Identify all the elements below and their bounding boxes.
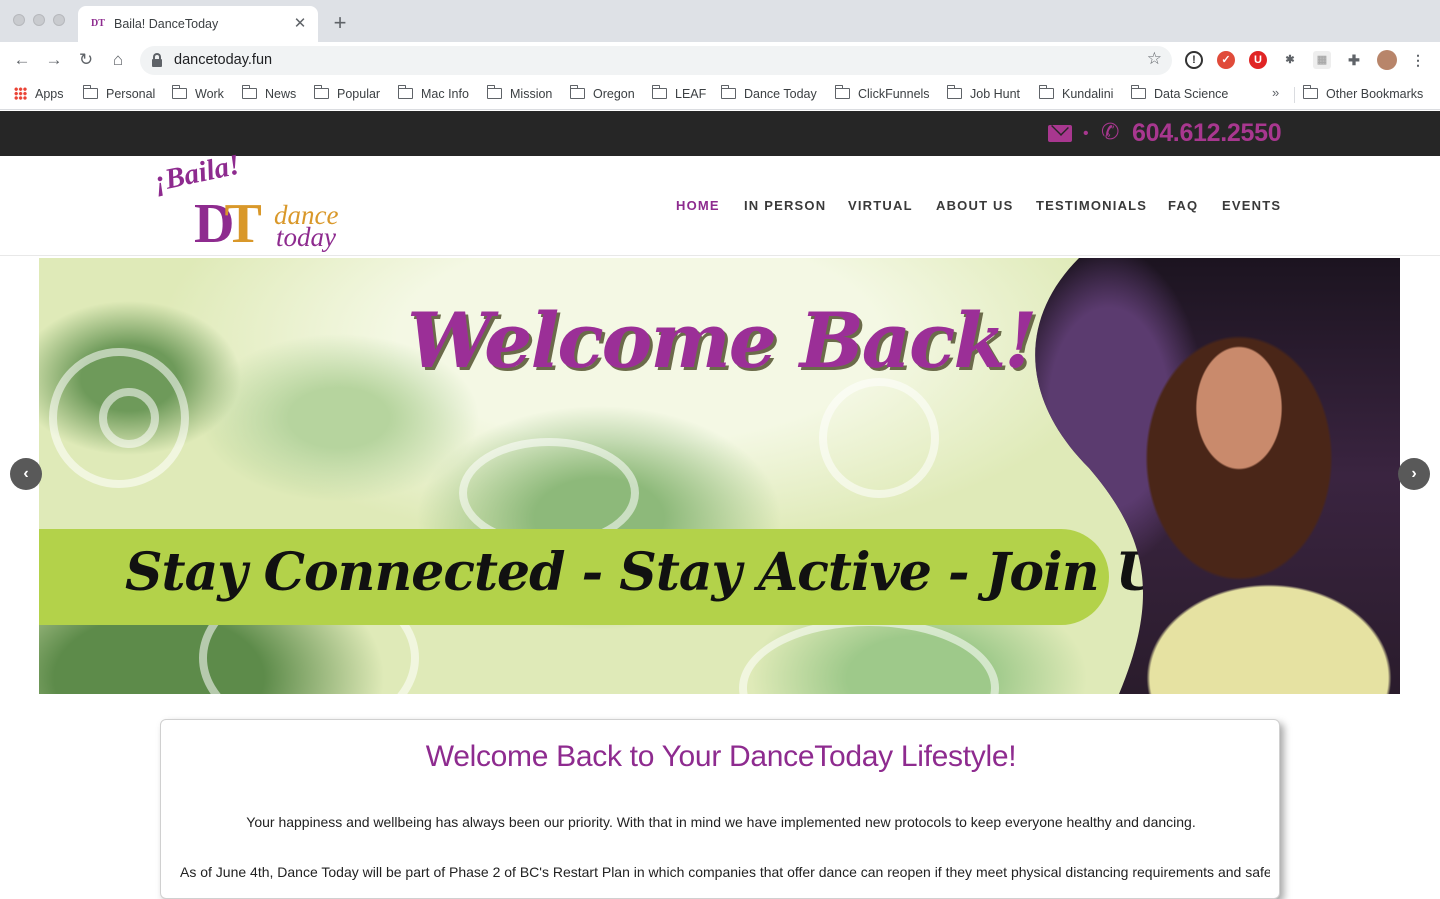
red-extension-icon[interactable]: ✓ [1217,51,1235,69]
bookmark-folder[interactable]: Mission [486,85,552,103]
browser-tab[interactable]: DT Baila! DanceToday ✕ [78,6,318,42]
folder-icon [1130,85,1146,99]
folder-icon [1038,85,1054,99]
bookmark-folder[interactable]: Mac Info [397,85,469,103]
logo-today-text: today [276,222,336,252]
slider-next-arrow-icon[interactable]: › [1398,458,1430,490]
folder-icon [82,85,98,99]
window-zoom-button[interactable] [53,14,65,26]
dancetoday-favicon-icon: DT [91,18,105,29]
address-bar[interactable]: dancetoday.fun ☆ [140,46,1172,75]
envelope-icon[interactable] [1048,125,1072,142]
folder-icon [720,85,736,99]
bug-extension-icon[interactable]: ✱ [1281,51,1299,69]
home-icon[interactable]: ⌂ [106,48,130,72]
hero-headline: Welcome Back! [407,296,1037,385]
tab-close-icon[interactable]: ✕ [290,14,310,34]
nav-in-person[interactable]: IN PERSON [744,198,826,213]
lock-icon[interactable] [152,53,162,67]
folder-icon [1302,85,1318,99]
logo-dt-monogram: DT [194,193,262,255]
browser-tab-strip: DT Baila! DanceToday ✕ + [0,0,1440,42]
bookmark-folder[interactable]: ClickFunnels [834,85,930,103]
nav-faq[interactable]: FAQ [1168,198,1198,213]
logo-baila-text: ¡Baila! [151,148,243,199]
folder-icon [171,85,187,99]
window-close-button[interactable] [13,14,25,26]
new-tab-button[interactable]: + [328,12,352,36]
tab-title: Baila! DanceToday [114,17,219,31]
nav-virtual[interactable]: VIRTUAL [848,198,913,213]
info-extension-icon[interactable]: ! [1185,51,1203,69]
ublock-extension-icon[interactable]: U [1249,51,1267,69]
bookmark-other[interactable]: Other Bookmarks [1302,85,1423,103]
profile-avatar[interactable] [1377,50,1397,70]
paisley-swirl [819,378,939,498]
nav-testimonials[interactable]: TESTIMONIALS [1036,198,1147,213]
phone-icon[interactable]: ✆ [1101,122,1119,144]
back-arrow-icon[interactable]: ← [10,48,34,72]
phone-number-link[interactable]: 604.612.2550 [1132,119,1282,148]
folder-icon [313,85,329,99]
bookmark-folder[interactable]: Job Hunt [946,85,1020,103]
grid-extension-icon[interactable]: ▦ [1313,51,1331,69]
apps-grid-icon [14,87,27,100]
site-contact-bar: • ✆ 604.612.2550 [0,111,1440,156]
bookmark-folder[interactable]: Personal [82,85,155,103]
bookmark-apps[interactable]: Apps [14,85,64,103]
content-title: Welcome Back to Your DanceToday Lifestyl… [425,740,1017,773]
puzzle-extensions-icon[interactable]: ✚ [1345,51,1363,69]
bookmark-folder[interactable]: Work [171,85,224,103]
reload-icon[interactable]: ↻ [74,48,98,72]
bookmarks-divider [1294,87,1295,103]
slider-prev-arrow-icon[interactable]: ‹ [10,458,42,490]
folder-icon [569,85,585,99]
content-paragraph: As of June 4th, Dance Today will be part… [180,864,1270,880]
bookmarks-bar: Apps Personal Work News Popular Mac Info… [0,78,1440,110]
folder-icon [651,85,667,99]
nav-home[interactable]: HOME [676,198,720,213]
welcome-content-card: Welcome Back to Your DanceToday Lifestyl… [160,719,1280,899]
paisley-swirl [99,388,159,448]
nav-about-us[interactable]: ABOUT US [936,198,1014,213]
folder-icon [486,85,502,99]
bookmark-star-icon[interactable]: ☆ [1147,49,1162,69]
bookmark-folder[interactable]: Popular [313,85,380,103]
browser-toolbar: ← → ↻ ⌂ dancetoday.fun ☆ ! ✓ U ✱ ▦ ✚ ⋮ [0,42,1440,78]
separator-dot: • [1083,125,1089,142]
hero-tagline: Stay Connected - Stay Active - Join Us! [125,542,1211,603]
bookmark-folder[interactable]: LEAF [651,85,706,103]
content-paragraph: Your happiness and wellbeing has always … [246,814,1196,830]
bookmarks-overflow-chevron[interactable]: » [1272,85,1279,100]
nav-events[interactable]: EVENTS [1222,198,1281,213]
folder-icon [834,85,850,99]
folder-icon [241,85,257,99]
bookmark-folder[interactable]: Oregon [569,85,635,103]
site-logo[interactable]: ¡Baila! DT dance today [151,149,340,255]
hero-slider[interactable]: Welcome Back! Stay Connected - Stay Acti… [39,258,1400,694]
bookmark-folder[interactable]: Data Science [1130,85,1228,103]
window-minimize-button[interactable] [33,14,45,26]
bookmark-folder[interactable]: News [241,85,296,103]
folder-icon [946,85,962,99]
forward-arrow-icon[interactable]: → [42,48,66,72]
url-text[interactable]: dancetoday.fun [174,52,272,68]
chrome-menu-icon[interactable]: ⋮ [1409,51,1427,69]
bookmark-folder[interactable]: Kundalini [1038,85,1113,103]
folder-icon [397,85,413,99]
bookmark-folder[interactable]: Dance Today [720,85,817,103]
site-header: ¡Baila! DT dance today HOME IN PERSON VI… [0,149,1440,256]
